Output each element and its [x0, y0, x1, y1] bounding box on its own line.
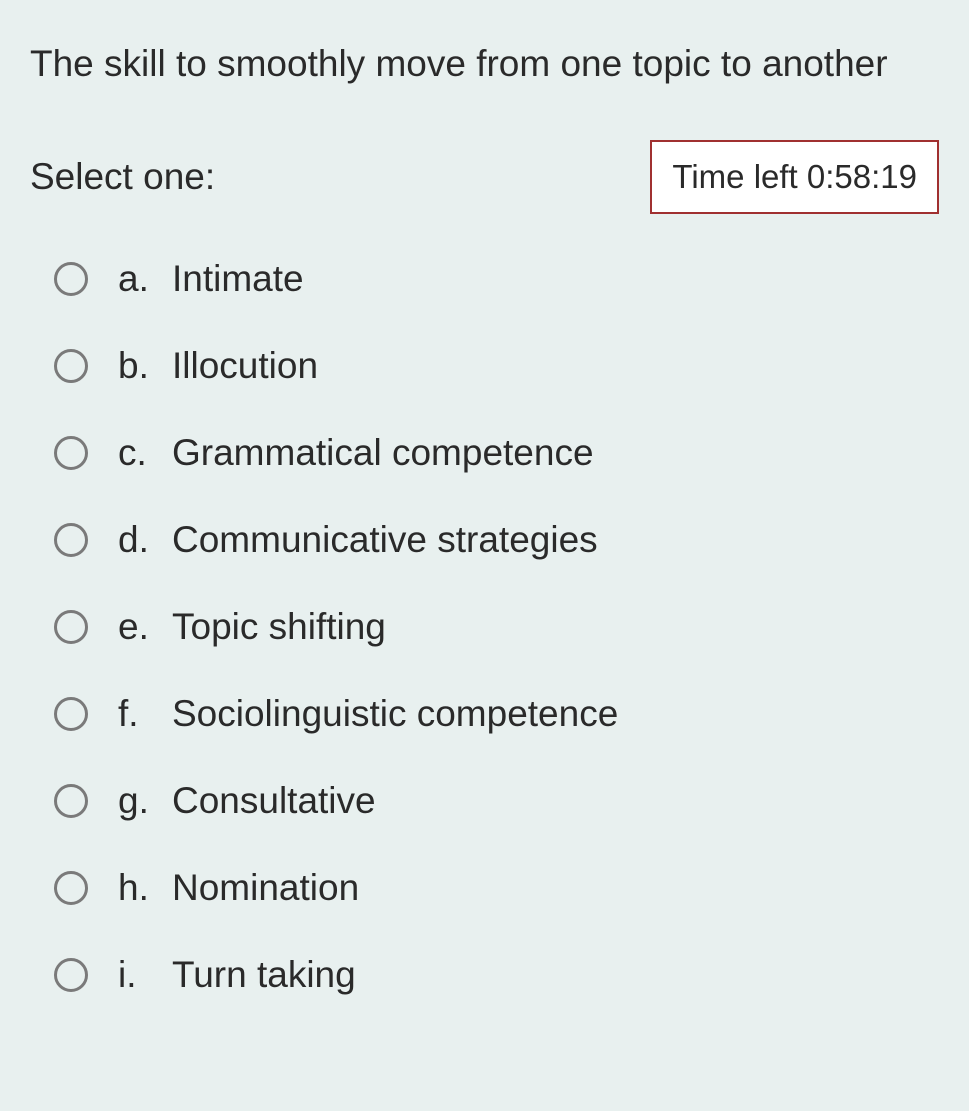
option-letter: c.: [118, 432, 172, 474]
options-list: a. Intimate b. Illocution c. Grammatical…: [30, 258, 939, 996]
option-d[interactable]: d. Communicative strategies: [54, 519, 939, 561]
option-text: Sociolinguistic competence: [172, 693, 618, 735]
radio-icon: [54, 697, 88, 731]
radio-icon: [54, 610, 88, 644]
option-letter: g.: [118, 780, 172, 822]
option-letter: e.: [118, 606, 172, 648]
option-f[interactable]: f. Sociolinguistic competence: [54, 693, 939, 735]
select-one-label: Select one:: [30, 156, 215, 198]
option-text: Communicative strategies: [172, 519, 598, 561]
radio-icon: [54, 262, 88, 296]
option-b[interactable]: b. Illocution: [54, 345, 939, 387]
option-text: Intimate: [172, 258, 304, 300]
option-text: Turn taking: [172, 954, 356, 996]
option-h[interactable]: h. Nomination: [54, 867, 939, 909]
option-letter: i.: [118, 954, 172, 996]
radio-icon: [54, 436, 88, 470]
radio-icon: [54, 784, 88, 818]
radio-icon: [54, 523, 88, 557]
option-text: Topic shifting: [172, 606, 386, 648]
radio-icon: [54, 871, 88, 905]
option-text: Consultative: [172, 780, 376, 822]
select-row: Select one: Time left 0:58:19: [30, 140, 939, 214]
option-letter: h.: [118, 867, 172, 909]
option-text: Illocution: [172, 345, 318, 387]
option-e[interactable]: e. Topic shifting: [54, 606, 939, 648]
option-text: Nomination: [172, 867, 359, 909]
question-text: The skill to smoothly move from one topi…: [30, 36, 939, 92]
option-i[interactable]: i. Turn taking: [54, 954, 939, 996]
radio-icon: [54, 958, 88, 992]
option-g[interactable]: g. Consultative: [54, 780, 939, 822]
option-a[interactable]: a. Intimate: [54, 258, 939, 300]
option-c[interactable]: c. Grammatical competence: [54, 432, 939, 474]
option-letter: b.: [118, 345, 172, 387]
timer-box: Time left 0:58:19: [650, 140, 939, 214]
option-letter: d.: [118, 519, 172, 561]
option-text: Grammatical competence: [172, 432, 594, 474]
option-letter: a.: [118, 258, 172, 300]
option-letter: f.: [118, 693, 172, 735]
radio-icon: [54, 349, 88, 383]
